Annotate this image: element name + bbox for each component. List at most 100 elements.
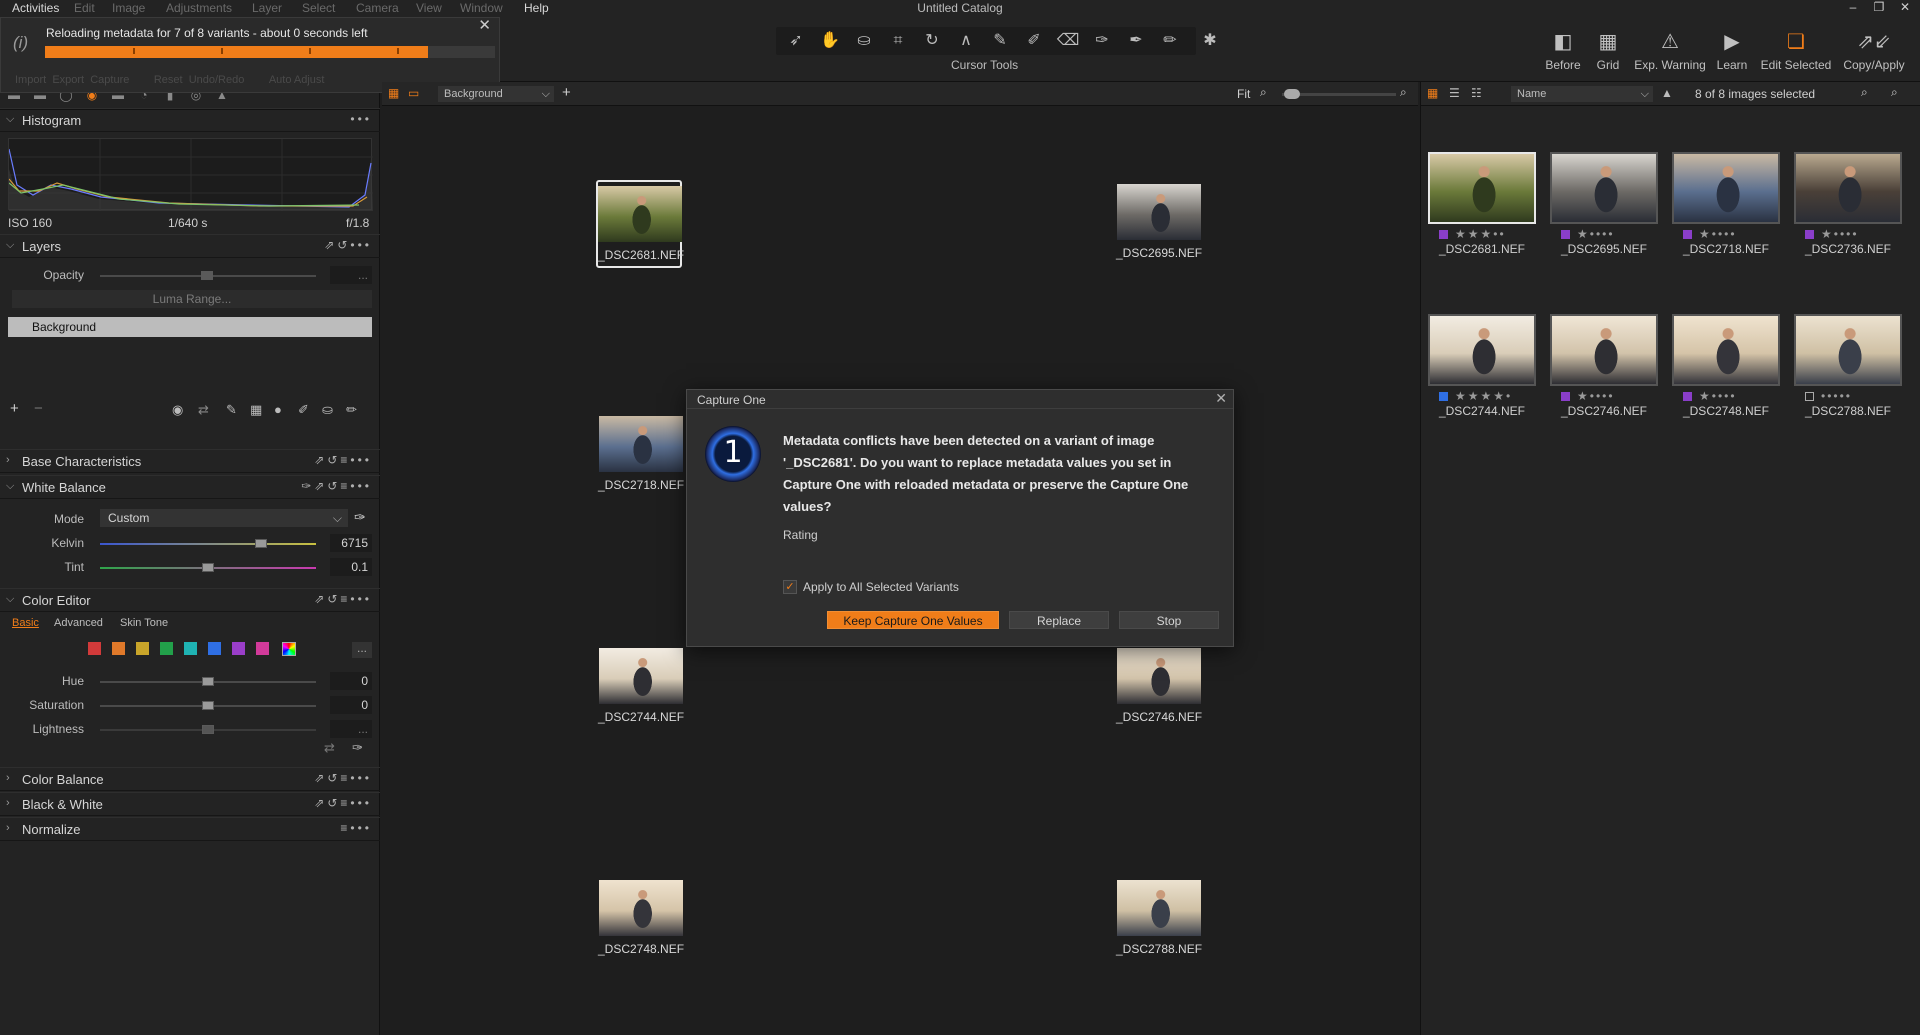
browser-thumb[interactable]: ★•••• _DSC2695.NEF xyxy=(1549,152,1659,256)
brush-mask-icon[interactable]: ✎ xyxy=(226,402,237,418)
kelvin-knob[interactable] xyxy=(255,539,267,548)
learn-button[interactable]: ▶ Learn xyxy=(1710,28,1754,72)
picker-icon[interactable]: ✑ xyxy=(1088,29,1116,53)
heal-icon[interactable]: ✐ xyxy=(298,402,309,418)
color-tag[interactable] xyxy=(1561,230,1570,239)
color-swatch[interactable] xyxy=(208,642,221,655)
erase-mask-icon[interactable]: ✏ xyxy=(346,402,357,418)
color-swatch[interactable] xyxy=(112,642,125,655)
before-button[interactable]: ◧ Before xyxy=(1538,28,1588,72)
pointer-icon[interactable]: ➶ xyxy=(782,29,810,53)
crop-icon[interactable]: ⌗ xyxy=(884,29,912,53)
zoom-out-icon[interactable]: ⌕ xyxy=(1260,85,1267,100)
layer-select[interactable]: Background ⌵ xyxy=(438,86,554,102)
wb-mode-select[interactable]: Custom ⌵ xyxy=(100,509,348,527)
tint-knob[interactable] xyxy=(202,563,214,572)
layers-header[interactable]: ⌵ Layers ⇗↺••• xyxy=(0,234,380,258)
browser-thumb[interactable]: ★★★★• _DSC2744.NEF xyxy=(1427,314,1537,418)
gradient-icon[interactable]: ✒ xyxy=(1122,29,1150,53)
sort-direction-icon[interactable]: ▲ xyxy=(1661,86,1673,100)
brush-icon[interactable]: ✎ xyxy=(986,29,1014,53)
viewer-thumb[interactable]: _DSC2681.NEF xyxy=(596,180,684,268)
luma-range-button[interactable]: Luma Range... xyxy=(12,290,372,308)
color-swatch[interactable] xyxy=(136,642,149,655)
all-colors-swatch[interactable] xyxy=(282,642,296,656)
grid-button[interactable]: ▦ Grid xyxy=(1590,28,1626,72)
color-swatch[interactable] xyxy=(256,642,269,655)
keystone-icon[interactable]: ∧ xyxy=(952,29,980,53)
search-icon[interactable]: ⌕ xyxy=(1891,85,1898,100)
opacity-value[interactable]: ... xyxy=(330,266,372,284)
lightness-knob[interactable] xyxy=(202,725,214,734)
star-rating[interactable]: ★•••• xyxy=(1699,389,1737,403)
wb-picker-icon[interactable]: ✑ xyxy=(354,509,366,526)
color-tag[interactable] xyxy=(1561,392,1570,401)
star-rating[interactable]: ★★★•• xyxy=(1455,227,1506,241)
erase-icon[interactable]: ✏ xyxy=(1156,29,1184,53)
exp-warning-button[interactable]: ⚠ Exp. Warning xyxy=(1632,28,1708,72)
section-actions-icon[interactable]: ⇗↺≡••• xyxy=(314,453,372,467)
black-white-header[interactable]: › Black & White ⇗↺≡••• xyxy=(0,792,380,816)
more-colors-button[interactable]: ... xyxy=(352,642,372,658)
remove-layer-icon[interactable]: − xyxy=(34,400,43,417)
browser-thumb[interactable]: ★★★•• _DSC2681.NEF xyxy=(1427,152,1537,256)
copy-apply-button[interactable]: ⇗⇙ Copy/Apply xyxy=(1838,28,1910,72)
browser-thumb[interactable]: ★•••• _DSC2748.NEF xyxy=(1671,314,1781,418)
linear-mask-icon[interactable]: ▦ xyxy=(250,402,262,418)
star-rating[interactable]: ★•••• xyxy=(1821,227,1859,241)
white-balance-header[interactable]: ⌵ White Balance ✑⇗↺≡••• xyxy=(0,475,380,499)
list-view-icon[interactable]: ☰ xyxy=(1449,86,1460,100)
more-icon[interactable]: ••• xyxy=(350,112,372,126)
kelvin-slider[interactable] xyxy=(100,543,316,545)
color-swatch[interactable] xyxy=(232,642,245,655)
pencil-icon[interactable]: ✐ xyxy=(1020,29,1048,53)
opacity-knob[interactable] xyxy=(201,271,213,280)
add-layer-icon[interactable]: + xyxy=(562,84,571,101)
replace-button[interactable]: Replace xyxy=(1009,611,1109,629)
color-tag[interactable] xyxy=(1439,230,1448,239)
color-tag[interactable] xyxy=(1805,230,1814,239)
clone-icon[interactable]: ⛀ xyxy=(322,402,333,418)
zoom-knob[interactable] xyxy=(1284,89,1300,99)
sort-select[interactable]: Name ⌵ xyxy=(1511,86,1653,102)
viewer-thumb[interactable]: _DSC2748.NEF xyxy=(598,880,684,956)
kelvin-value[interactable]: 6715 xyxy=(330,534,372,552)
radial-mask-icon[interactable]: ● xyxy=(274,402,282,417)
viewer-thumb[interactable]: _DSC2744.NEF xyxy=(598,648,684,724)
color-tag[interactable] xyxy=(1683,392,1692,401)
normalize-header[interactable]: › Normalize ≡••• xyxy=(0,817,380,841)
saturation-knob[interactable] xyxy=(202,701,214,710)
layout-icon[interactable]: ▦ xyxy=(388,86,399,100)
color-balance-header[interactable]: › Color Balance ⇗↺≡••• xyxy=(0,767,380,791)
hue-value[interactable]: 0 xyxy=(330,672,372,690)
color-editor-header[interactable]: ⌵ Color Editor ⇗↺≡••• xyxy=(0,588,380,612)
add-layer-icon[interactable]: + xyxy=(10,400,19,417)
color-swatch[interactable] xyxy=(88,642,101,655)
minimize-button[interactable]: – xyxy=(1842,0,1864,14)
keep-values-button[interactable]: Keep Capture One Values xyxy=(827,611,999,629)
viewer-thumb[interactable]: _DSC2718.NEF xyxy=(598,416,684,492)
tint-value[interactable]: 0.1 xyxy=(330,558,372,576)
browser-thumb[interactable]: ★•••• _DSC2718.NEF xyxy=(1671,152,1781,256)
tab-basic[interactable]: Basic xyxy=(12,617,39,629)
lightness-value[interactable]: ... xyxy=(330,720,372,738)
color-picker-icon[interactable]: ✑ xyxy=(352,740,363,756)
color-tag[interactable] xyxy=(1805,392,1814,401)
section-actions-icon[interactable]: ⇗↺≡••• xyxy=(314,592,372,606)
viewer-thumb[interactable]: _DSC2695.NEF xyxy=(1116,184,1202,260)
tab-skin-tone[interactable]: Skin Tone xyxy=(120,617,168,629)
single-view-icon[interactable]: ▭ xyxy=(408,86,419,100)
close-icon[interactable]: ✕ xyxy=(1215,390,1227,407)
zoom-in-icon[interactable]: ⌕ xyxy=(1400,85,1407,100)
apply-all-label[interactable]: Apply to All Selected Variants xyxy=(803,580,959,594)
swap-icon[interactable]: ⇄ xyxy=(198,402,209,418)
section-actions-icon[interactable]: ✑⇗↺≡••• xyxy=(301,479,372,493)
layers-actions-icon[interactable]: ⇗↺••• xyxy=(324,238,372,252)
close-window-button[interactable]: ✕ xyxy=(1894,0,1916,14)
hue-knob[interactable] xyxy=(202,677,214,686)
browser-thumb[interactable]: ••••• _DSC2788.NEF xyxy=(1793,314,1903,418)
viewer-thumb[interactable]: _DSC2788.NEF xyxy=(1116,880,1202,956)
zoom-fit-label[interactable]: Fit xyxy=(1237,87,1250,101)
maximize-button[interactable]: ❐ xyxy=(1868,0,1890,14)
star-rating[interactable]: ★•••• xyxy=(1699,227,1737,241)
